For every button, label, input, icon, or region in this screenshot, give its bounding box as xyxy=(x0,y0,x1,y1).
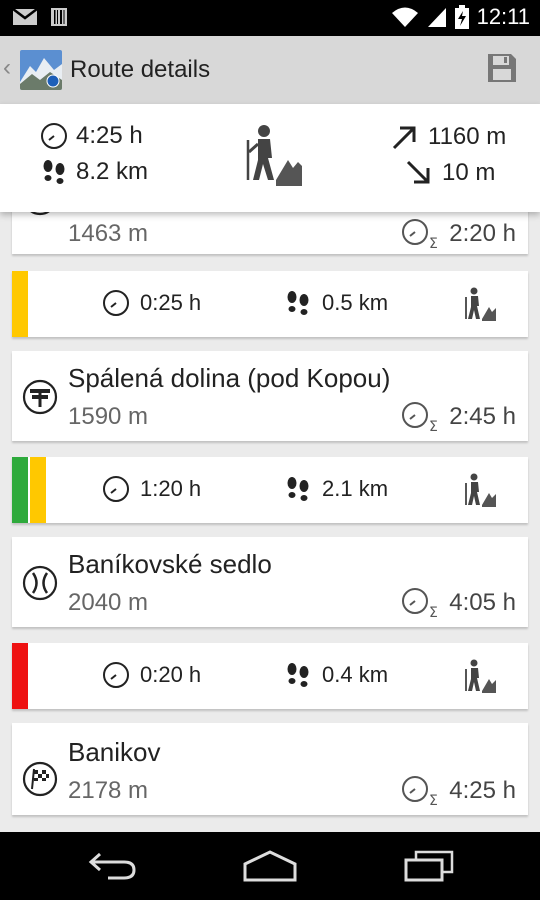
hiker-icon xyxy=(465,287,496,321)
wifi-icon xyxy=(391,7,418,27)
hiker-icon xyxy=(246,125,302,186)
clock-sum-icon: Σ xyxy=(402,402,438,433)
trail-color-bar xyxy=(30,457,46,523)
clock-icon xyxy=(41,123,67,149)
info-icon xyxy=(30,212,50,216)
arrow-up-right-icon xyxy=(392,126,416,150)
cell-signal-icon xyxy=(427,8,446,27)
svg-text:Σ: Σ xyxy=(429,605,438,619)
clock-icon xyxy=(103,476,129,502)
app-icon[interactable] xyxy=(20,50,62,90)
footprints-icon xyxy=(287,477,309,501)
summary-time: 4:25 h xyxy=(40,122,143,150)
point-cumulative-time: Σ 2:20 h xyxy=(401,218,516,250)
clock: 12:11 xyxy=(476,4,530,29)
hiker-icon xyxy=(465,473,496,507)
trail-color-bar xyxy=(12,271,28,337)
summary-distance: 8.2 km xyxy=(40,158,148,186)
segment-distance: 2.1 km xyxy=(284,475,388,503)
footprints-icon xyxy=(287,291,309,315)
svg-text:Σ: Σ xyxy=(429,236,438,250)
list-item-point[interactable]: Baníkovské sedlo 2040 m Σ 4:05 h xyxy=(12,537,528,627)
page-title: Route details xyxy=(70,56,211,83)
summary-ascent: 1160 m xyxy=(390,122,506,152)
back-icon[interactable] xyxy=(88,850,138,880)
signpost-icon xyxy=(22,379,58,415)
clock-sum-icon: Σ xyxy=(402,588,438,619)
segment-distance: 0.4 km xyxy=(284,661,388,689)
list-item-point[interactable]: Banikov 2178 m Σ 4:25 h xyxy=(12,723,528,815)
navigation-bar xyxy=(0,832,540,900)
summit-flag-icon xyxy=(22,761,58,797)
status-bar: 12:11 xyxy=(0,0,540,36)
home-icon[interactable] xyxy=(242,850,298,882)
action-bar: ‹ Route details xyxy=(0,36,540,104)
svg-text:Σ: Σ xyxy=(429,793,438,807)
point-altitude: 1590 m xyxy=(68,403,149,430)
hiker-icon xyxy=(465,659,496,693)
segment-time: 0:25 h xyxy=(102,289,201,317)
clock-icon xyxy=(103,290,129,316)
segment-distance: 0.5 km xyxy=(284,289,388,317)
battery-charging-icon xyxy=(454,5,469,29)
footprints-icon xyxy=(43,160,65,184)
point-altitude: 2178 m xyxy=(68,777,149,804)
trail-color-bar xyxy=(12,643,28,709)
point-altitude: 1463 m xyxy=(68,220,149,247)
arrow-down-right-icon xyxy=(406,160,430,184)
list-item-segment[interactable]: 0:20 h 0.4 km xyxy=(12,643,528,709)
gmail-notification-icon xyxy=(12,8,38,25)
saddle-icon xyxy=(22,565,58,601)
summary-descent: 10 m xyxy=(404,158,495,188)
list-item-point[interactable]: Spálená dolina (pod Kopou) 1590 m Σ 2:45… xyxy=(12,351,528,441)
barcode-notification-icon xyxy=(51,8,67,26)
point-name: Spálená dolina (pod Kopou) xyxy=(68,363,391,393)
clock-sum-icon: Σ xyxy=(402,776,438,807)
segment-time: 0:20 h xyxy=(102,661,201,689)
list-item-segment[interactable]: 1:20 h 2.1 km xyxy=(12,457,528,523)
point-cumulative-time: Σ 4:05 h xyxy=(401,587,516,619)
footprints-icon xyxy=(287,663,309,687)
trail-color-bar xyxy=(12,457,28,523)
point-cumulative-time: Σ 2:45 h xyxy=(401,401,516,433)
clock-sum-icon: Σ xyxy=(402,219,438,250)
point-cumulative-time: Σ 4:25 h xyxy=(401,775,516,807)
point-name: Baníkovské sedlo xyxy=(68,549,272,579)
route-points-list[interactable]: 1463 m Σ 2:20 h 0:25 h 0.5 km Spálená do… xyxy=(0,212,540,832)
save-icon[interactable] xyxy=(486,52,518,84)
svg-text:Σ: Σ xyxy=(429,419,438,433)
list-item-segment[interactable]: 0:25 h 0.5 km xyxy=(12,271,528,337)
recent-apps-icon[interactable] xyxy=(404,850,454,882)
list-item-point[interactable]: 1463 m Σ 2:20 h xyxy=(12,212,528,254)
clock-icon xyxy=(103,662,129,688)
back-chevron-icon[interactable]: ‹ xyxy=(3,54,11,82)
segment-time: 1:20 h xyxy=(102,475,201,503)
point-name: Banikov xyxy=(68,737,161,767)
route-summary: 4:25 h 8.2 km 1160 m 10 m xyxy=(0,104,540,212)
point-altitude: 2040 m xyxy=(68,589,149,616)
